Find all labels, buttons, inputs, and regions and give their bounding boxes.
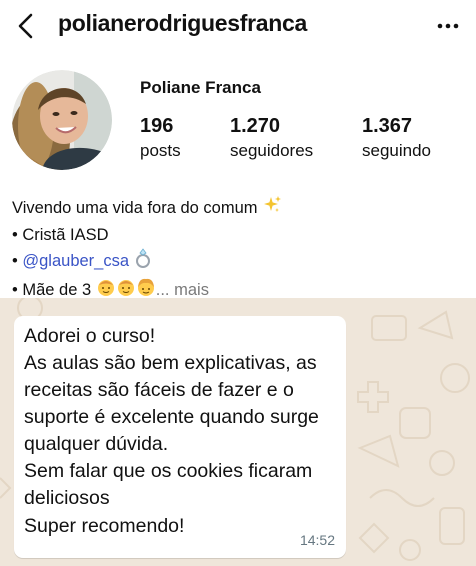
message-line: As aulas são bem explicativas, as	[24, 352, 317, 374]
message-line: receitas são fáceis de fazer e o	[24, 379, 294, 401]
following-count[interactable]: 1.367 seguindo	[362, 114, 431, 162]
posts-count[interactable]: 196 posts	[140, 114, 181, 162]
bio-line: Vivendo uma vida fora do comum	[12, 195, 462, 223]
profile-bio: Vivendo uma vida fora do comum • Cristã …	[12, 195, 462, 304]
bio-text: Vivendo uma vida fora do comum	[12, 199, 258, 218]
followers-count[interactable]: 1.270 seguidores	[230, 114, 313, 162]
message-line: Adorei o curso!	[24, 325, 156, 347]
following-label: seguindo	[362, 141, 432, 160]
message-line: qualquer dúvida.	[24, 433, 169, 455]
bio-text: • Cristã IASD	[12, 225, 109, 244]
followers-value: 1.270	[230, 115, 281, 137]
bio-text: • Mãe de 3	[12, 280, 92, 299]
profile-full-name: Poliane Franca	[140, 78, 261, 97]
message-line: Super recomendo!	[24, 515, 185, 537]
message-timestamp: 14:52	[299, 532, 335, 548]
bio-line: • @glauber_csa	[12, 247, 462, 277]
posts-label: posts	[140, 141, 181, 160]
bio-more-link[interactable]: ... mais	[156, 281, 209, 299]
profile-header: polianerodriguesfranca	[0, 0, 476, 52]
bullet-text: •	[12, 252, 23, 271]
message-line: suporte é excelente quando surge	[24, 406, 319, 428]
followers-label: seguidores	[230, 141, 314, 160]
message-line: Sem falar que os cookies ficaram	[24, 460, 313, 482]
profile-username: polianerodriguesfranca	[58, 10, 308, 36]
profile-avatar[interactable]	[12, 70, 112, 170]
message-line: deliciosos	[24, 487, 110, 509]
mention-link[interactable]: @glauber_csa	[22, 252, 129, 270]
ring-icon	[134, 247, 154, 277]
message-bubble[interactable]: Adorei o curso! As aulas são bem explica…	[14, 316, 346, 558]
more-options-icon[interactable]	[434, 14, 462, 38]
whatsapp-chat: Adorei o curso! As aulas são bem explica…	[0, 298, 476, 566]
posts-value: 196	[140, 115, 174, 137]
instagram-profile: polianerodriguesfranca Poliane Franca 19…	[0, 0, 476, 299]
back-arrow-icon[interactable]	[14, 12, 40, 40]
following-value: 1.367	[362, 115, 413, 137]
sparkles-icon	[262, 195, 282, 223]
